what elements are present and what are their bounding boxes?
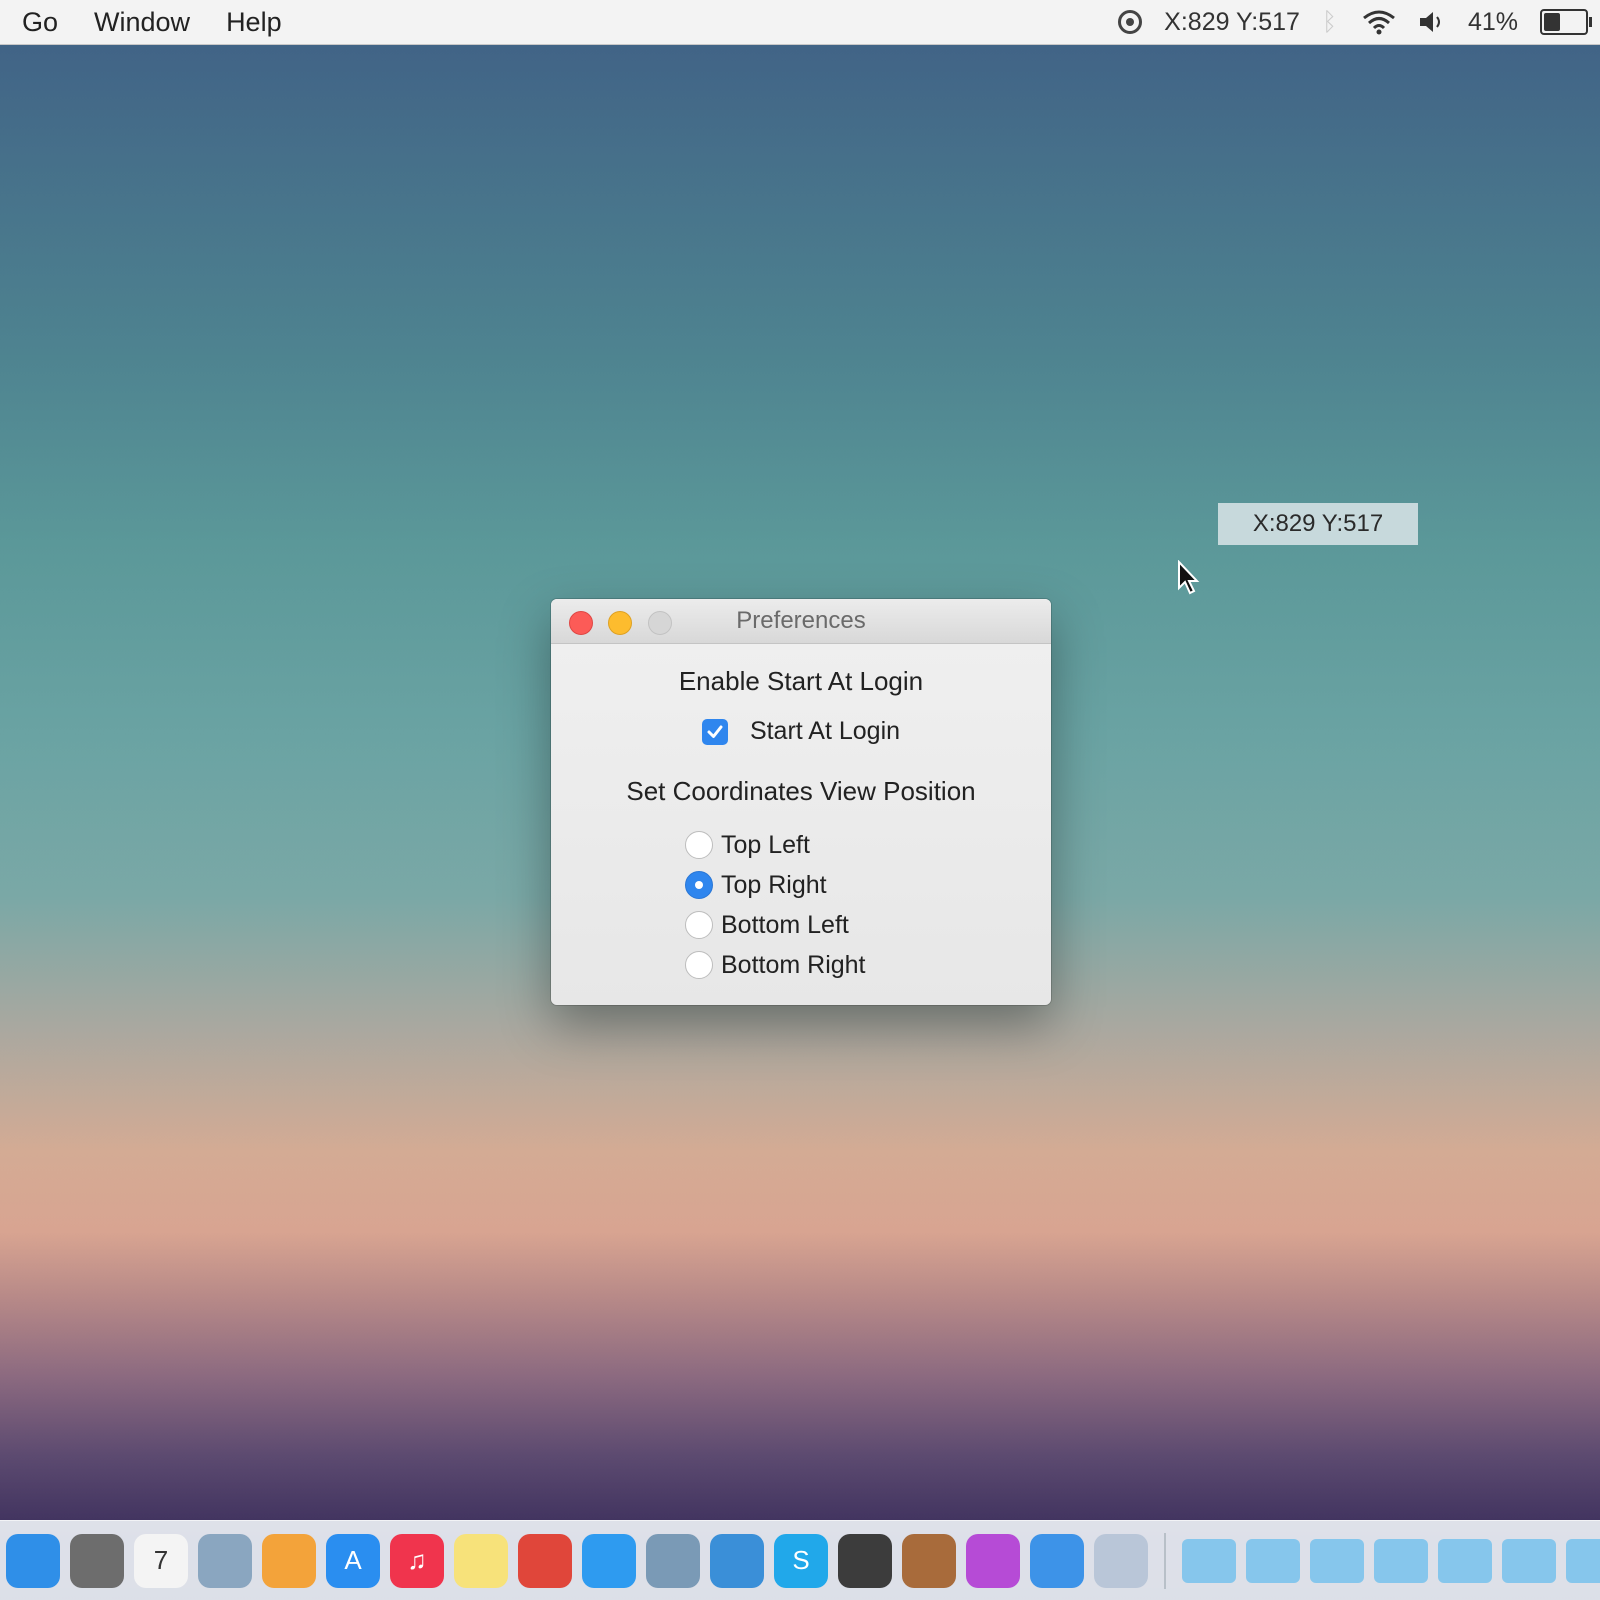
checkmark-icon [707,725,723,738]
menu-bar: Go Window Help X:829 Y:517 ᛒ 41% [0,0,1600,45]
coordinates-overlay: X:829 Y:517 [1218,503,1418,545]
flower-app-icon[interactable] [966,1533,1020,1588]
radio-button[interactable] [685,951,713,979]
dock: 7 A ♫ S [0,1520,1600,1600]
safari-icon[interactable] [582,1533,636,1588]
menubar-coordinates[interactable]: X:829 Y:517 [1164,8,1300,37]
applications-stack-icon[interactable] [1182,1538,1236,1583]
preferences-window: Preferences Enable Start At Login Start … [551,599,1051,1005]
start-at-login-row[interactable]: Start At Login [551,717,1051,746]
radio-top-left[interactable]: Top Left [685,825,1051,865]
documents-stack-icon[interactable] [1246,1538,1300,1583]
radio-button[interactable] [685,911,713,939]
radio-button[interactable] [685,831,713,859]
radio-label[interactable]: Top Left [721,831,810,860]
image-capture-icon[interactable] [646,1533,700,1588]
battery-icon[interactable] [1540,9,1592,35]
folder-stack-icon-2[interactable] [1502,1538,1556,1583]
start-at-login-checkbox[interactable] [701,718,728,745]
window-titlebar[interactable]: Preferences [551,599,1051,644]
radio-label[interactable]: Bottom Left [721,911,849,940]
radio-button[interactable] [685,871,713,899]
login-section-title: Enable Start At Login [678,666,924,696]
status-area: X:829 Y:517 ᛒ 41% [1118,0,1592,44]
battery-percent[interactable]: 41% [1468,8,1518,37]
folder-stack-icon[interactable] [1438,1538,1492,1583]
notes-icon[interactable] [454,1533,508,1588]
photos-icon[interactable] [262,1533,316,1588]
xcode-icon[interactable] [710,1533,764,1588]
menu-help[interactable]: Help [226,7,282,38]
start-at-login-label[interactable]: Start At Login [750,717,900,746]
preview-icon[interactable] [198,1533,252,1588]
activity-monitor-icon[interactable] [838,1533,892,1588]
instruments-icon[interactable] [902,1533,956,1588]
finder-icon[interactable] [6,1533,60,1588]
trash-stack-icon[interactable] [1566,1538,1600,1583]
wifi-icon[interactable] [1362,9,1396,35]
calendar-icon[interactable]: 7 [134,1533,188,1588]
radio-top-right[interactable]: Top Right [685,865,1051,905]
chrome-icon[interactable] [518,1533,572,1588]
volume-icon[interactable] [1418,10,1446,34]
radio-label[interactable]: Bottom Right [721,951,866,980]
downloads-stack-icon[interactable] [1310,1538,1364,1583]
bluetooth-icon[interactable]: ᛒ [1322,8,1340,37]
menu-go[interactable]: Go [22,7,58,38]
mouse-cursor-icon [1178,560,1200,595]
app-store-icon[interactable]: A [326,1533,380,1588]
radio-bottom-left[interactable]: Bottom Left [685,905,1051,945]
dock-separator [1164,1532,1166,1589]
position-radio-group: Top Left Top Right Bottom Left Bottom Ri… [551,825,1051,985]
crosshair-icon[interactable] [1118,10,1143,34]
desktop-stack-icon[interactable] [1374,1538,1428,1583]
virtualbox-icon[interactable] [1094,1533,1148,1588]
skype-icon[interactable]: S [774,1533,828,1588]
battery-fill [1544,13,1561,31]
radio-bottom-right[interactable]: Bottom Right [685,945,1051,985]
itunes-icon[interactable]: ♫ [390,1533,444,1588]
position-section-title: Set Coordinates View Position [626,776,976,806]
menu-window[interactable]: Window [94,7,190,38]
window-title: Preferences [736,607,866,634]
dropbox-icon[interactable] [1030,1533,1084,1588]
radio-label[interactable]: Top Right [721,871,827,900]
system-preferences-icon[interactable] [70,1533,124,1588]
